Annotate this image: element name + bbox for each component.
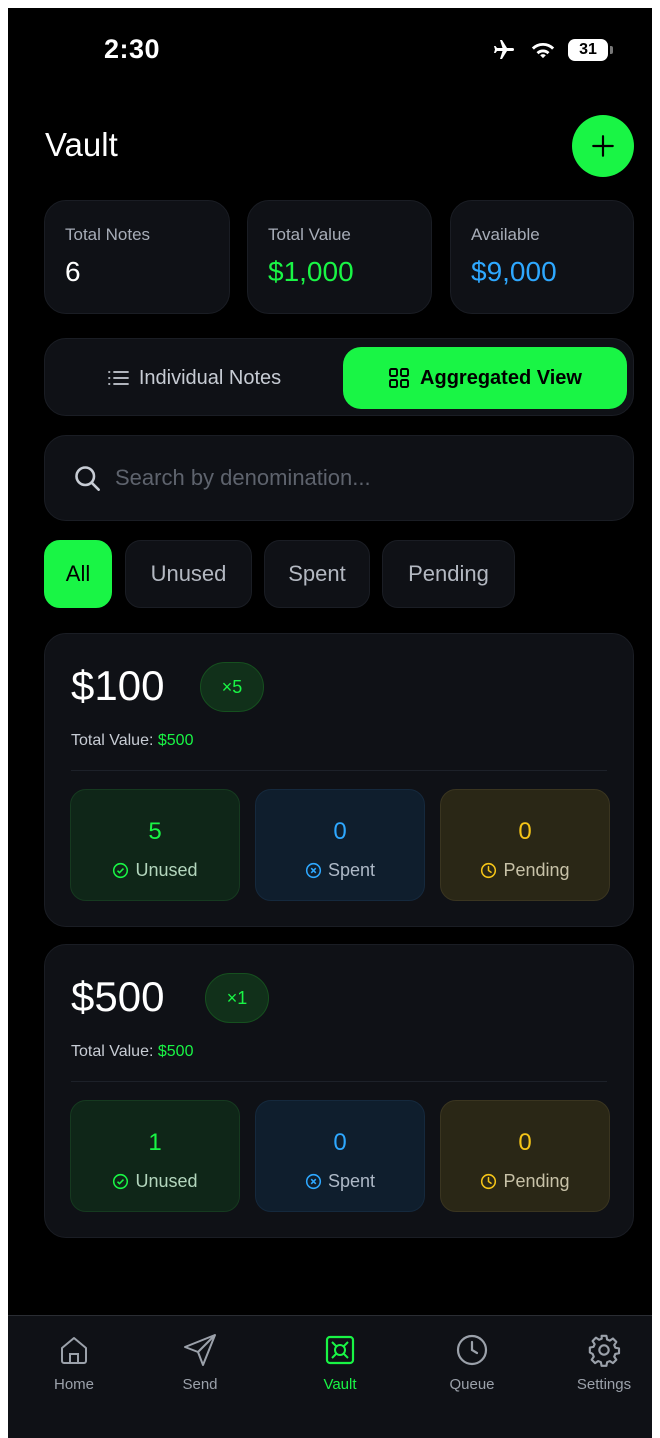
spent-label-row: Spent — [256, 860, 424, 881]
grid-icon — [389, 368, 409, 388]
stat-label: Available — [471, 225, 540, 244]
page-title: Vault — [45, 126, 118, 163]
total-value-label: Total Value: — [71, 1043, 154, 1060]
total-value-line: Total Value: $500 — [71, 1043, 193, 1061]
view-toggle: Individual Notes Aggregated View — [44, 338, 634, 416]
spent-label: Spent — [327, 1171, 376, 1191]
check-circle-icon — [113, 862, 129, 879]
status-icons: 31 — [490, 38, 613, 62]
spent-label: Spent — [327, 860, 376, 880]
nav-vault[interactable]: Vault — [290, 1328, 390, 1393]
battery-indicator: 31 — [568, 39, 613, 61]
gear-icon — [588, 1334, 621, 1367]
app-screen: 2:30 31 Vault Total Notes 6 Total Value … — [8, 8, 652, 1438]
unused-label-row: Unused — [71, 860, 239, 881]
pending-count: 0 — [518, 818, 532, 845]
stat-label: Total Notes — [65, 225, 151, 244]
stat-total-value: Total Value $1,000 — [247, 200, 432, 314]
search-bar — [44, 435, 634, 521]
denomination-amount: $500 — [71, 973, 165, 1020]
unused-label-row: Unused — [71, 1171, 239, 1192]
card-divider — [71, 770, 607, 771]
search-icon — [75, 466, 100, 491]
vault-icon — [325, 1335, 355, 1365]
nav-label: Settings — [576, 1376, 632, 1393]
unused-count: 5 — [148, 818, 162, 845]
stat-label: Total Value — [268, 225, 351, 244]
spent-count-box: 0 Spent — [255, 789, 425, 901]
total-value-amount: $500 — [157, 732, 194, 749]
stat-value: $1,000 — [268, 256, 354, 287]
check-circle-icon — [113, 1173, 129, 1190]
send-icon — [184, 1334, 216, 1366]
wifi-icon — [531, 42, 555, 59]
pending-label-row: Pending — [441, 1171, 609, 1192]
status-time: 2:30 — [104, 34, 161, 64]
nav-label: Vault — [323, 1376, 357, 1393]
filter-all[interactable]: All — [44, 540, 112, 608]
total-value-amount: $500 — [157, 1043, 194, 1060]
unused-count-box: 1 Unused — [70, 1100, 240, 1212]
spent-count: 0 — [333, 818, 347, 845]
nav-home[interactable]: Home — [24, 1328, 124, 1393]
nav-label: Queue — [449, 1376, 495, 1393]
x-circle-icon — [305, 862, 322, 879]
stat-available: Available $9,000 — [450, 200, 634, 314]
spent-count: 0 — [333, 1129, 347, 1156]
pending-count: 0 — [518, 1129, 532, 1156]
search-input[interactable] — [115, 465, 595, 491]
home-icon — [61, 1337, 87, 1364]
pending-label: Pending — [503, 860, 570, 880]
nav-label: Send — [182, 1376, 218, 1393]
filter-spent[interactable]: Spent — [264, 540, 370, 608]
aggregated-view-label: Aggregated View — [420, 366, 582, 389]
denomination-card[interactable]: $500 ×1 Total Value: $500 1 Unused 0 Spe… — [44, 944, 634, 1238]
bottom-nav: Home Send Vault Queue Settings — [8, 1315, 652, 1438]
card-divider — [71, 1081, 607, 1082]
plus-icon — [592, 135, 614, 157]
pending-label: Pending — [503, 1171, 570, 1191]
filter-pending[interactable]: Pending — [382, 540, 515, 608]
filter-unused[interactable]: Unused — [125, 540, 252, 608]
nav-label: Home — [53, 1376, 94, 1393]
total-value-line: Total Value: $500 — [71, 732, 193, 750]
unused-label: Unused — [135, 860, 198, 880]
nav-send[interactable]: Send — [150, 1328, 250, 1393]
stat-total-notes: Total Notes 6 — [44, 200, 230, 314]
stat-value: $9,000 — [471, 256, 557, 287]
total-value-label: Total Value: — [71, 732, 154, 749]
nav-queue[interactable]: Queue — [422, 1328, 522, 1393]
spent-count-box: 0 Spent — [255, 1100, 425, 1212]
aggregated-view-tab[interactable]: Aggregated View — [343, 347, 627, 409]
count-badge: ×5 — [200, 662, 264, 712]
list-icon — [107, 371, 129, 385]
pending-count-box: 0 Pending — [440, 1100, 610, 1212]
unused-count-box: 5 Unused — [70, 789, 240, 901]
denomination-amount: $100 — [71, 662, 165, 709]
individual-notes-tab[interactable]: Individual Notes — [53, 347, 335, 409]
denomination-card[interactable]: $100 ×5 Total Value: $500 5 Unused 0 Spe… — [44, 633, 634, 927]
stat-value: 6 — [65, 256, 81, 287]
clock-icon — [481, 1173, 497, 1190]
pending-label-row: Pending — [441, 860, 609, 881]
add-note-button[interactable] — [572, 115, 634, 177]
individual-notes-label: Individual Notes — [138, 366, 282, 389]
nav-settings[interactable]: Settings — [554, 1328, 652, 1393]
pending-count-box: 0 Pending — [440, 789, 610, 901]
clock-icon — [456, 1334, 488, 1366]
airplane-icon — [494, 40, 514, 59]
x-circle-icon — [305, 1173, 322, 1190]
status-bar: 2:30 31 — [8, 8, 652, 98]
clock-icon — [481, 862, 497, 879]
spent-label-row: Spent — [256, 1171, 424, 1192]
count-badge: ×1 — [205, 973, 269, 1023]
unused-label: Unused — [135, 1171, 198, 1191]
unused-count: 1 — [148, 1129, 162, 1156]
